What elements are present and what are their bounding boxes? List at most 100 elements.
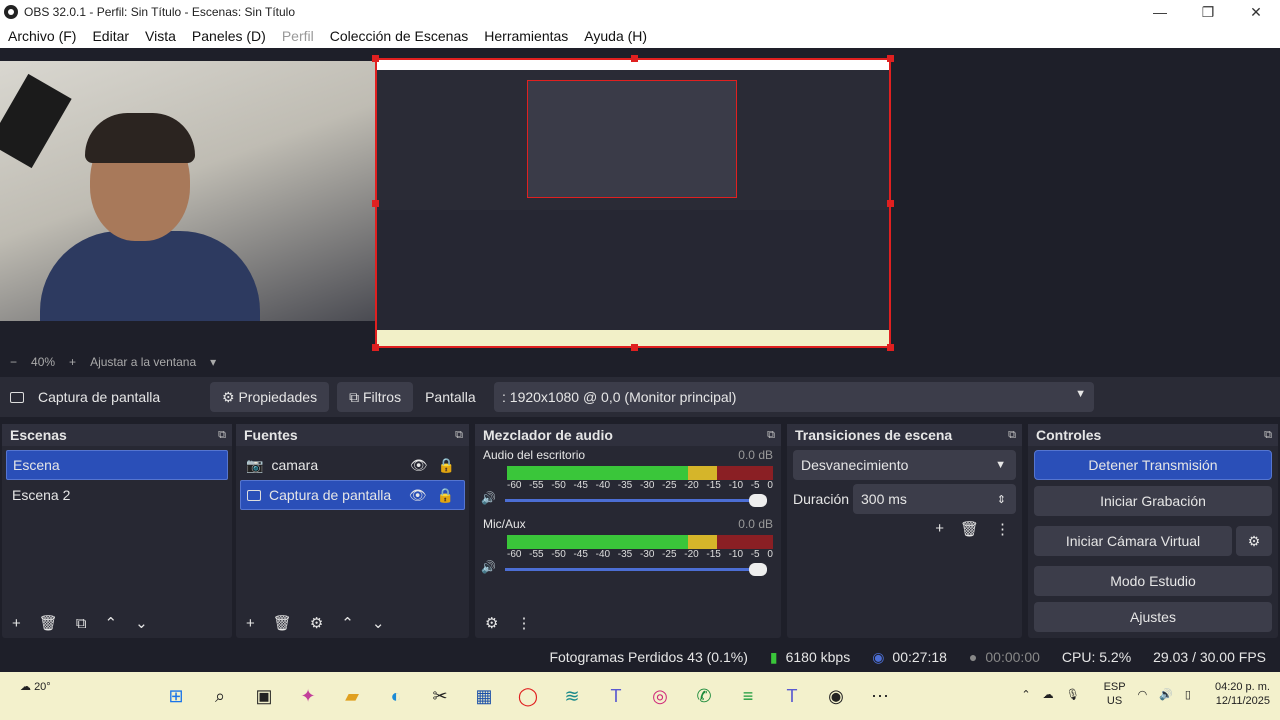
menu-paneles[interactable]: Paneles (D) <box>192 28 266 44</box>
start-icon[interactable]: ⊞ <box>160 680 192 712</box>
duration-spinbox[interactable]: 300 ms ⇕ <box>853 484 1016 514</box>
close-button[interactable]: ✕ <box>1232 0 1280 24</box>
chevron-up-icon[interactable]: ⌃ <box>1021 688 1030 701</box>
instagram-icon[interactable]: ◎ <box>644 680 676 712</box>
settings-button[interactable]: Ajustes <box>1034 602 1272 632</box>
camera-source[interactable] <box>0 61 375 321</box>
spin-icon[interactable]: ⇕ <box>997 493 1006 506</box>
eye-icon[interactable]: 👁 <box>409 487 427 504</box>
edge-icon[interactable]: ◐ <box>380 680 412 712</box>
filter-icon: ⧉ <box>349 388 363 405</box>
down-icon[interactable]: ⌄ <box>372 614 385 632</box>
monitor-select[interactable]: : 1920x1080 @ 0,0 (Monitor principal) ▼ <box>494 382 1094 412</box>
down-icon[interactable]: ⌄ <box>135 614 148 632</box>
gear-icon[interactable]: ⚙ <box>310 614 323 632</box>
zoom-in-button[interactable]: + <box>69 355 76 369</box>
menu-vista[interactable]: Vista <box>145 28 176 44</box>
undock-icon[interactable]: ⧉ <box>767 429 775 442</box>
folder-icon[interactable]: ▰ <box>336 680 368 712</box>
virtual-camera-button[interactable]: Iniciar Cámara Virtual <box>1034 526 1232 556</box>
up-icon[interactable]: ⌃ <box>341 614 354 632</box>
add-icon[interactable]: + <box>935 520 944 538</box>
transition-select[interactable]: Desvanecimiento ▼ <box>793 450 1016 480</box>
menu-archivo[interactable]: Archivo (F) <box>8 28 76 44</box>
eye-icon[interactable]: 👁 <box>410 457 428 474</box>
language-indicator[interactable]: ESP US <box>1092 680 1126 708</box>
menu-herramientas[interactable]: Herramientas <box>484 28 568 44</box>
resize-handle[interactable] <box>372 344 379 351</box>
bitrate: 6180 kbps <box>785 649 851 665</box>
audio-mixer-dock: Mezclador de audio ⧉ Audio del escritorio… <box>475 424 781 638</box>
capcut-icon[interactable]: ✂ <box>424 680 456 712</box>
properties-button[interactable]: ⚙ Propiedades <box>210 382 330 412</box>
add-icon[interactable]: + <box>12 615 21 632</box>
gear-icon[interactable]: ⚙ <box>485 614 498 632</box>
filters-label: Filtros <box>362 389 402 405</box>
add-icon[interactable]: + <box>246 615 255 632</box>
weather-widget[interactable]: ☁ 20° <box>20 680 51 693</box>
undock-icon[interactable]: ⧉ <box>1008 429 1016 442</box>
menu-perfil[interactable]: Perfil <box>282 28 314 44</box>
copilot-icon[interactable]: ✦ <box>292 680 324 712</box>
gear-icon[interactable]: ⚙ <box>1236 526 1272 556</box>
menu-editar[interactable]: Editar <box>92 28 129 44</box>
search-icon[interactable]: ⌕ <box>204 680 236 712</box>
more-icon[interactable]: ⋮ <box>995 520 1010 538</box>
resize-handle[interactable] <box>372 55 379 62</box>
undock-icon[interactable]: ⧉ <box>1264 429 1272 442</box>
resize-handle[interactable] <box>887 200 894 207</box>
minimize-button[interactable]: — <box>1136 0 1184 24</box>
volume-slider[interactable] <box>505 562 767 576</box>
task-view-icon[interactable]: ▣ <box>248 680 280 712</box>
source-item[interactable]: Captura de pantalla 👁 🔒 <box>240 480 465 510</box>
spotify-icon[interactable]: ≡ <box>732 680 764 712</box>
teams-icon[interactable]: T <box>600 680 632 712</box>
trash-icon[interactable]: 🗑 <box>960 520 979 538</box>
volume-icon[interactable]: 🔊 <box>1159 688 1173 701</box>
filter-icon[interactable]: ⧉ <box>76 615 87 632</box>
resize-handle[interactable] <box>631 344 638 351</box>
whatsapp-icon[interactable]: ✆ <box>688 680 720 712</box>
menu-coleccion[interactable]: Colección de Escenas <box>330 28 469 44</box>
resize-handle[interactable] <box>887 55 894 62</box>
teams-work-icon[interactable]: T <box>776 680 808 712</box>
zoom-out-button[interactable]: − <box>10 355 17 369</box>
mic-icon[interactable]: 🎙 <box>1066 688 1080 701</box>
trash-icon[interactable]: 🗑 <box>273 614 292 632</box>
menu-ayuda[interactable]: Ayuda (H) <box>584 28 647 44</box>
undock-icon[interactable]: ⧉ <box>455 429 463 442</box>
store-icon[interactable]: ▦ <box>468 680 500 712</box>
fit-window-label[interactable]: Ajustar a la ventana <box>90 355 196 369</box>
source-item[interactable]: 📷 camara 👁 🔒 <box>240 450 465 480</box>
scene-item[interactable]: Escena 2 <box>6 480 228 510</box>
zoom-dropdown-icon[interactable]: ▾ <box>210 355 216 369</box>
resize-handle[interactable] <box>631 55 638 62</box>
maximize-button[interactable]: ❐ <box>1184 0 1232 24</box>
trash-icon[interactable]: 🗑 <box>39 614 58 632</box>
preview-canvas[interactable] <box>0 48 1280 353</box>
monitor-select-value: : 1920x1080 @ 0,0 (Monitor principal) <box>502 389 737 405</box>
filters-button[interactable]: ⧉ Filtros <box>337 382 414 412</box>
studio-mode-button[interactable]: Modo Estudio <box>1034 566 1272 596</box>
obs-icon[interactable]: ◉ <box>820 680 852 712</box>
more-icon[interactable]: ⋮ <box>516 614 531 632</box>
battery-icon[interactable]: ▯ <box>1185 688 1191 701</box>
volume-slider[interactable] <box>505 493 767 507</box>
undock-icon[interactable]: ⧉ <box>218 429 226 442</box>
up-icon[interactable]: ⌃ <box>105 614 118 632</box>
clock[interactable]: 04:20 p. m. 12/11/2025 <box>1203 680 1270 708</box>
screen-capture-source[interactable] <box>372 55 894 351</box>
scene-item[interactable]: Escena <box>6 450 228 480</box>
resize-handle[interactable] <box>372 200 379 207</box>
more-apps-icon[interactable]: ⋯ <box>864 680 896 712</box>
opera-icon[interactable]: ◯ <box>512 680 544 712</box>
stop-stream-button[interactable]: Detener Transmisión <box>1034 450 1272 480</box>
wifi-icon[interactable]: ◠ <box>1138 688 1148 701</box>
onedrive-icon[interactable]: ☁ <box>1043 688 1054 701</box>
lock-icon[interactable]: 🔒 <box>437 487 454 504</box>
start-recording-button[interactable]: Iniciar Grabación <box>1034 486 1272 516</box>
app-icon[interactable]: ≋ <box>556 680 588 712</box>
lock-icon[interactable]: 🔒 <box>438 457 455 474</box>
resize-handle[interactable] <box>887 344 894 351</box>
gear-icon: ⚙ <box>222 388 239 405</box>
